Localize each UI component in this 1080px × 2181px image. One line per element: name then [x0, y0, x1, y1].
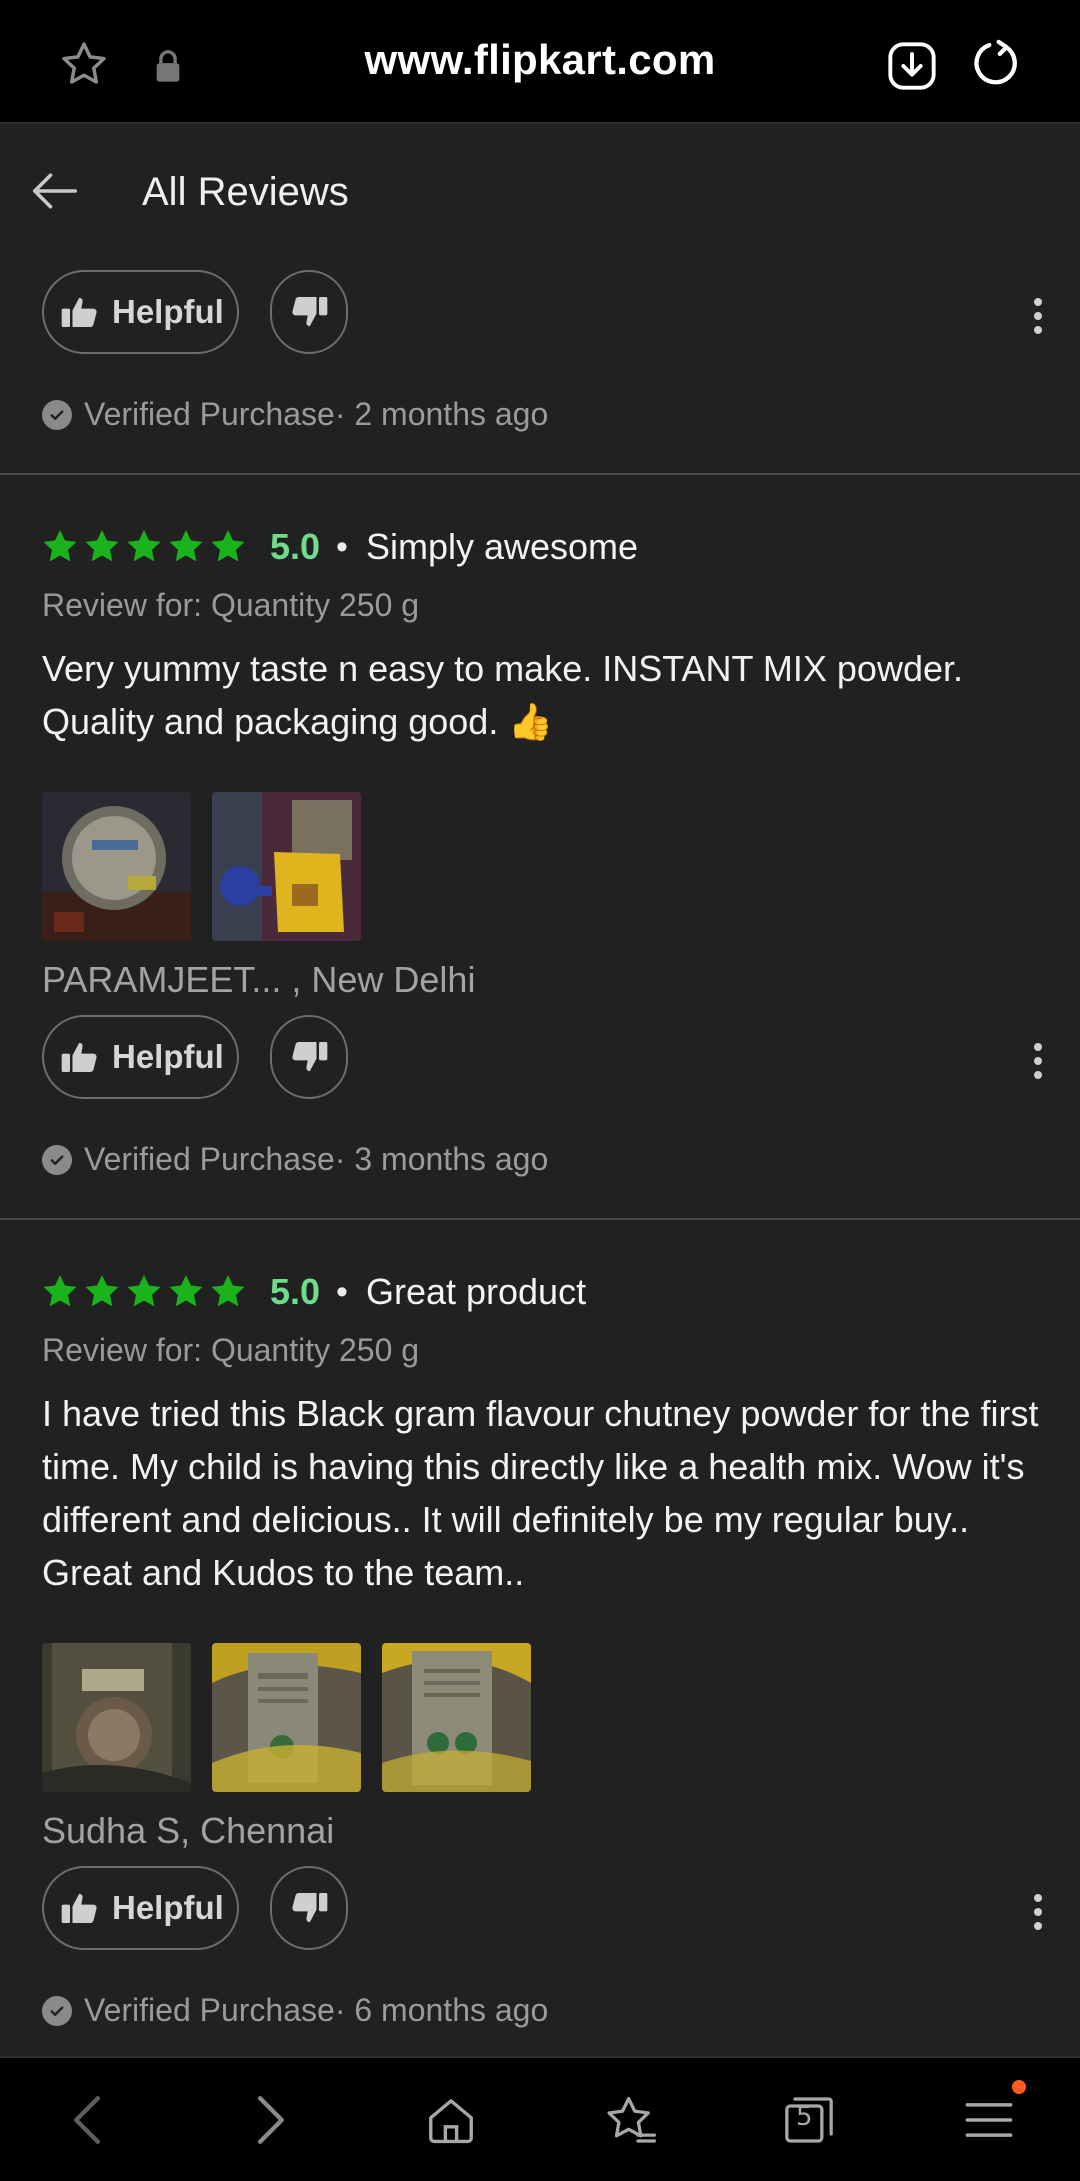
dislike-button[interactable] — [270, 270, 348, 354]
helpful-button[interactable]: Helpful — [42, 1015, 239, 1099]
star-rating — [40, 527, 248, 567]
thumbs-down-icon — [292, 1893, 328, 1923]
review-photo[interactable] — [212, 1643, 361, 1792]
review-photo[interactable] — [382, 1643, 531, 1792]
home-icon[interactable] — [416, 2088, 486, 2152]
review-photo[interactable] — [212, 792, 361, 941]
thumbs-up-icon — [61, 1042, 97, 1072]
browser-bottom-nav: 5 — [0, 2056, 1080, 2181]
dislike-button[interactable] — [270, 1866, 348, 1950]
verified-purchase: Verified Purchase· 6 months ago — [0, 1992, 1080, 2029]
reload-icon[interactable] — [968, 36, 1024, 92]
review-variant: Review for: Quantity 250 g — [42, 587, 420, 623]
dislike-button[interactable] — [270, 1015, 348, 1099]
helpful-label: Helpful — [112, 1889, 224, 1926]
rating-row: 5.0 • Great product — [0, 1262, 1080, 1322]
star-icon — [85, 1275, 119, 1307]
forward-icon[interactable] — [236, 2088, 306, 2152]
rating-score: 5.0 — [270, 1271, 321, 1312]
review-body: Very yummy taste n easy to make. INSTANT… — [42, 648, 963, 742]
review-card: 5.0 • Great product Review for: Quantity… — [0, 1220, 1080, 2029]
review-title: Simply awesome — [365, 526, 639, 567]
helpful-label: Helpful — [112, 1038, 224, 1075]
back-arrow-icon[interactable] — [28, 164, 82, 223]
review-author: PARAMJEET... , New Delhi — [42, 959, 476, 1000]
more-options-icon[interactable] — [1032, 298, 1044, 334]
separator-dot: • — [336, 1272, 348, 1311]
browser-toolbar: www.flipkart.com — [0, 0, 1080, 124]
review-photos — [0, 1643, 1080, 1792]
star-icon — [211, 530, 245, 562]
verified-purchase: Verified Purchase· 3 months ago — [0, 1141, 1080, 1178]
helpful-button[interactable]: Helpful — [42, 1866, 239, 1950]
more-options-icon[interactable] — [1032, 1043, 1044, 1079]
check-circle-icon — [42, 1995, 72, 2026]
reviews-header: All Reviews — [0, 126, 1080, 256]
thumbs-down-icon — [292, 1042, 328, 1072]
review-card: 5.0 • Simply awesome Review for: Quantit… — [0, 475, 1080, 1178]
back-icon[interactable] — [52, 2088, 122, 2152]
review-actions: Helpful — [0, 1866, 1080, 1950]
star-icon — [169, 1275, 203, 1307]
menu-icon[interactable] — [954, 2080, 1026, 2152]
star-icon — [85, 530, 119, 562]
download-icon[interactable] — [884, 38, 940, 94]
helpful-button[interactable]: Helpful — [42, 270, 239, 354]
reviews-feed[interactable]: Helpful Verified Purchase· 2 months ago … — [0, 256, 1080, 2056]
star-icon — [127, 530, 161, 562]
verified-text: Verified Purchase· 3 months ago — [84, 1141, 549, 1177]
review-body: I have tried this Black gram flavour chu… — [42, 1393, 1039, 1593]
rating-score: 5.0 — [270, 526, 321, 567]
review-photo[interactable] — [42, 1643, 191, 1792]
rating-row: 5.0 • Simply awesome — [0, 517, 1080, 577]
verified-text: Verified Purchase· 2 months ago — [84, 396, 549, 432]
review-actions: Helpful — [0, 270, 1080, 354]
verified-text: Verified Purchase· 6 months ago — [84, 1992, 549, 2028]
star-icon — [43, 530, 77, 562]
thumbs-up-icon — [61, 1893, 97, 1923]
thumbs-up-icon — [61, 297, 97, 327]
review-variant: Review for: Quantity 250 g — [42, 1332, 420, 1368]
check-circle-icon — [42, 399, 72, 430]
review-author: Sudha S, Chennai — [42, 1810, 335, 1851]
helpful-label: Helpful — [112, 293, 224, 330]
bookmarks-icon[interactable] — [596, 2088, 666, 2152]
verified-purchase: Verified Purchase· 2 months ago — [0, 396, 1080, 433]
review-photos — [0, 792, 1080, 941]
star-icon — [211, 1275, 245, 1307]
separator-dot: • — [336, 527, 348, 566]
review-actions: Helpful — [0, 1015, 1080, 1099]
more-options-icon[interactable] — [1032, 1894, 1044, 1930]
tabs-count: 5 — [796, 2102, 813, 2132]
review-title: Great product — [365, 1271, 587, 1312]
notification-dot — [1012, 2080, 1026, 2094]
star-icon — [127, 1275, 161, 1307]
page-title: All Reviews — [142, 170, 349, 214]
star-icon — [169, 530, 203, 562]
tabs-icon[interactable]: 5 — [774, 2088, 844, 2152]
thumbs-down-icon — [292, 297, 328, 327]
review-photo[interactable] — [42, 792, 191, 941]
star-rating — [40, 1272, 248, 1312]
check-circle-icon — [42, 1144, 72, 1175]
review-card-partial: Helpful Verified Purchase· 2 months ago — [0, 256, 1080, 433]
star-icon — [43, 1275, 77, 1307]
